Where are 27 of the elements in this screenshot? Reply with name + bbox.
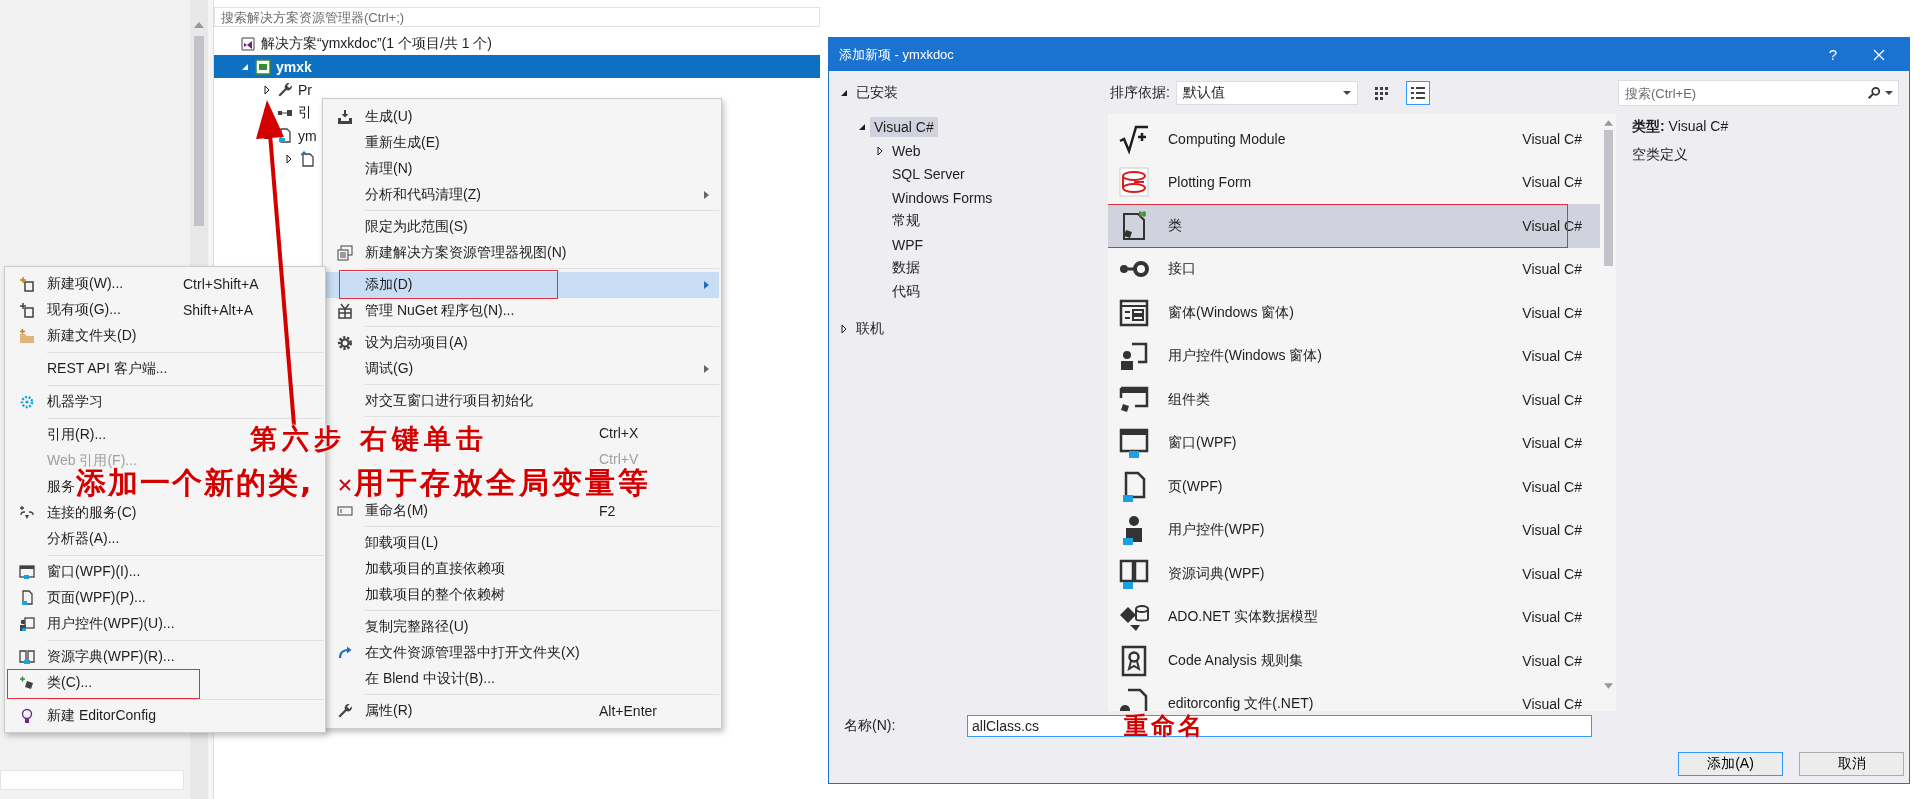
type-info: 类型: Visual C# [1632, 118, 1730, 136]
annotation-text: 第六步 右键单击 [250, 422, 489, 456]
shortcut-label: Ctrl+X [599, 425, 639, 441]
shortcut-label: Shift+Alt+A [183, 302, 254, 318]
template-type: Visual C# [1522, 391, 1582, 408]
template-type: Visual C# [1522, 478, 1582, 495]
annotation-text: 用于存放全局变量等 [354, 469, 651, 497]
template-type: Visual C# [1522, 348, 1582, 365]
shortcut-label: F2 [599, 503, 616, 519]
template-type: Visual C# [1522, 565, 1582, 582]
shortcut-label: Ctrl+Shift+A [183, 276, 259, 292]
window-title: 添加新项 - ymxkdoc [839, 45, 955, 64]
shortcut-label: Alt+Enter [599, 703, 657, 719]
sort-label: 排序依据: [1110, 83, 1170, 102]
annotation-text: 添加一个新的类, [76, 469, 314, 497]
description-text: 空类定义 [1632, 146, 1689, 164]
template-type: Visual C# [1522, 522, 1582, 539]
template-type: Visual C# [1522, 652, 1582, 669]
template-type: Visual C# [1522, 435, 1582, 452]
template-type: Visual C# [1522, 609, 1582, 626]
template-type: Visual C# [1522, 261, 1582, 278]
template-type: Visual C# [1522, 304, 1582, 321]
template-type: Visual C# [1522, 130, 1582, 147]
template-type: Visual C# [1522, 696, 1582, 711]
shortcut-label: Ctrl+V [599, 451, 639, 467]
name-label: 名称(N): [844, 717, 897, 735]
template-type: Visual C# [1522, 174, 1582, 191]
